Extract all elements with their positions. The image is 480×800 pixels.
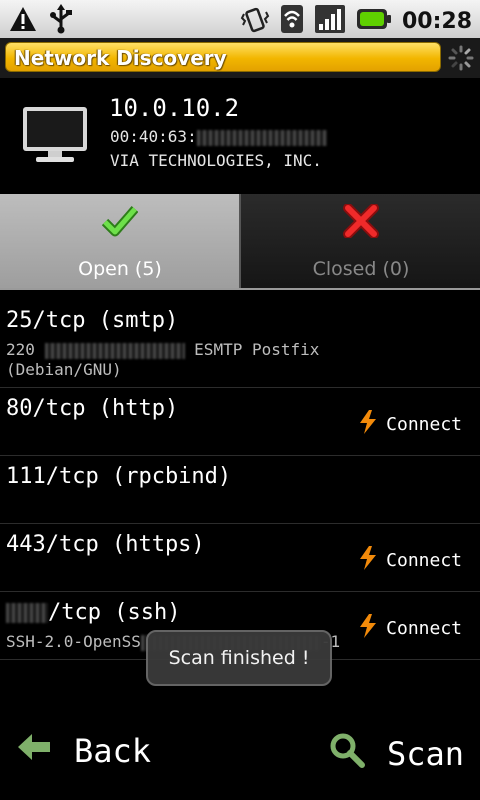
signal-icon — [314, 4, 346, 38]
battery-icon — [356, 7, 392, 35]
toast-message: Scan finished ! — [146, 630, 332, 686]
clock: 00:28 — [401, 8, 472, 34]
port-banner: 220 ESMTP Postfix (Debian/GNU) — [6, 340, 319, 380]
list-item[interactable]: 80/tcp (http) Connect — [0, 388, 480, 456]
back-arrow-icon — [16, 732, 52, 770]
check-icon — [101, 204, 139, 242]
list-item[interactable]: 443/tcp (https) Connect — [0, 524, 480, 592]
tab-closed[interactable]: Closed (0) — [240, 194, 480, 290]
warning-icon — [8, 5, 38, 37]
port-title: 443/tcp (https) — [6, 532, 205, 557]
port-tabs: Open (5) Closed (0) — [0, 194, 480, 290]
port-title: 25/tcp (smtp) — [6, 308, 179, 333]
tab-open[interactable]: Open (5) — [0, 194, 240, 290]
host-ip: 10.0.10.2 — [109, 94, 240, 122]
banner-prefix: SSH-2.0-OpenSS — [6, 632, 141, 651]
wifi-icon — [280, 4, 304, 38]
bottom-bar: Back Scan — [0, 710, 480, 800]
list-item[interactable]: 111/tcp (rpcbind) — [0, 456, 480, 524]
host-vendor: VIA TECHNOLOGIES, INC. — [110, 151, 322, 170]
lightning-icon — [358, 614, 378, 643]
redacted-port — [6, 603, 48, 623]
port-title: /tcp (ssh) — [6, 600, 180, 625]
lightning-icon — [358, 410, 378, 439]
redacted-mac — [196, 129, 327, 146]
progress-spinner-icon — [448, 45, 474, 75]
tab-closed-label: Closed (0) — [312, 258, 410, 280]
lightning-icon — [358, 546, 378, 575]
app-title: Network Discovery — [14, 46, 227, 70]
vibrate-icon — [240, 4, 270, 38]
status-bar: 00:28 — [0, 0, 480, 38]
host-mac: 00:40:63: — [110, 127, 327, 146]
connect-label: Connect — [386, 618, 462, 639]
banner-prefix: 220 — [6, 340, 45, 359]
connect-button[interactable]: Connect — [358, 614, 462, 643]
back-label: Back — [74, 732, 152, 770]
port-list: 25/tcp (smtp) 220 ESMTP Postfix (Debian/… — [0, 290, 480, 660]
title-bar: Network Discovery — [0, 38, 480, 78]
usb-icon — [48, 4, 74, 38]
scan-button[interactable]: Scan — [329, 732, 464, 776]
connect-button[interactable]: Connect — [358, 546, 462, 575]
search-icon — [329, 732, 365, 776]
title-pill: Network Discovery — [5, 42, 441, 72]
tab-open-label: Open (5) — [78, 258, 162, 280]
back-button[interactable]: Back — [16, 732, 151, 770]
computer-monitor-icon — [22, 106, 88, 168]
port-title-text: /tcp (ssh) — [48, 600, 181, 625]
banner-line2: (Debian/GNU) — [6, 360, 122, 379]
scan-label: Scan — [386, 735, 464, 773]
redacted-hostname — [44, 342, 185, 359]
host-mac-prefix: 00:40:63: — [110, 127, 197, 146]
cross-icon — [343, 203, 379, 242]
host-header: 10.0.10.2 00:40:63: VIA TECHNOLOGIES, IN… — [0, 78, 480, 194]
port-title: 80/tcp (http) — [6, 396, 179, 421]
connect-button[interactable]: Connect — [358, 410, 462, 439]
banner-text: ESMTP Postfix — [194, 340, 320, 359]
connect-label: Connect — [386, 550, 462, 571]
port-title: 111/tcp (rpcbind) — [6, 464, 232, 489]
list-item[interactable]: 25/tcp (smtp) 220 ESMTP Postfix (Debian/… — [0, 290, 480, 388]
connect-label: Connect — [386, 414, 462, 435]
